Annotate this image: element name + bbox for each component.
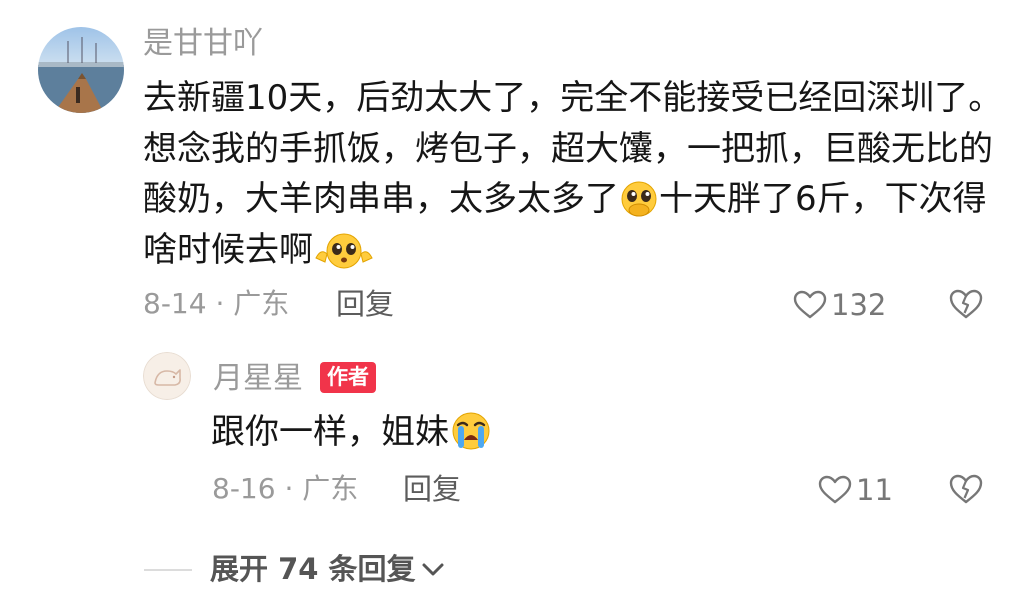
author-badge: 作者 bbox=[320, 362, 376, 393]
reply-date-location: 8-16 · 广东 bbox=[212, 472, 359, 505]
expand-replies-button[interactable]: 展开 74 条回复 bbox=[210, 551, 446, 587]
commenter-avatar[interactable] bbox=[38, 27, 124, 113]
heart-outline-icon bbox=[818, 475, 852, 504]
pleading-hands-over-mouth-emoji bbox=[621, 181, 657, 217]
author-avatar[interactable] bbox=[143, 352, 191, 400]
commenter-username[interactable]: 是甘甘吖 bbox=[143, 26, 263, 62]
reply-to-reply-button[interactable]: 回复 bbox=[403, 472, 461, 506]
reply-text: 跟你一样，姐妹 bbox=[211, 407, 493, 458]
broken-heart-icon bbox=[949, 474, 983, 504]
author-username[interactable]: 月星星 bbox=[213, 361, 303, 397]
loudly-crying-emoji bbox=[452, 412, 490, 450]
reply-dislike-button[interactable] bbox=[948, 473, 984, 509]
expand-replies-label: 展开 74 条回复 bbox=[210, 552, 416, 586]
broken-heart-icon bbox=[949, 289, 983, 319]
reply-text-body: 跟你一样，姐妹 bbox=[211, 412, 449, 452]
like-count: 132 bbox=[831, 288, 887, 322]
heart-outline-icon bbox=[793, 290, 827, 319]
like-button[interactable]: 132 bbox=[793, 288, 886, 322]
expand-divider bbox=[144, 569, 192, 571]
dislike-button[interactable] bbox=[948, 288, 984, 324]
reply-button[interactable]: 回复 bbox=[336, 287, 394, 321]
pleading-face-emoji bbox=[315, 233, 373, 268]
reply-like-button[interactable]: 11 bbox=[818, 473, 893, 507]
comment-date-location: 8-14 · 广东 bbox=[143, 287, 290, 320]
chevron-down-icon bbox=[422, 563, 444, 576]
reply-like-count: 11 bbox=[856, 473, 893, 507]
comment-text: 去新疆10天，后劲太大了，完全不能接受已经回深圳了。想念我的手抓饭，烤包子，超大… bbox=[143, 73, 1003, 275]
